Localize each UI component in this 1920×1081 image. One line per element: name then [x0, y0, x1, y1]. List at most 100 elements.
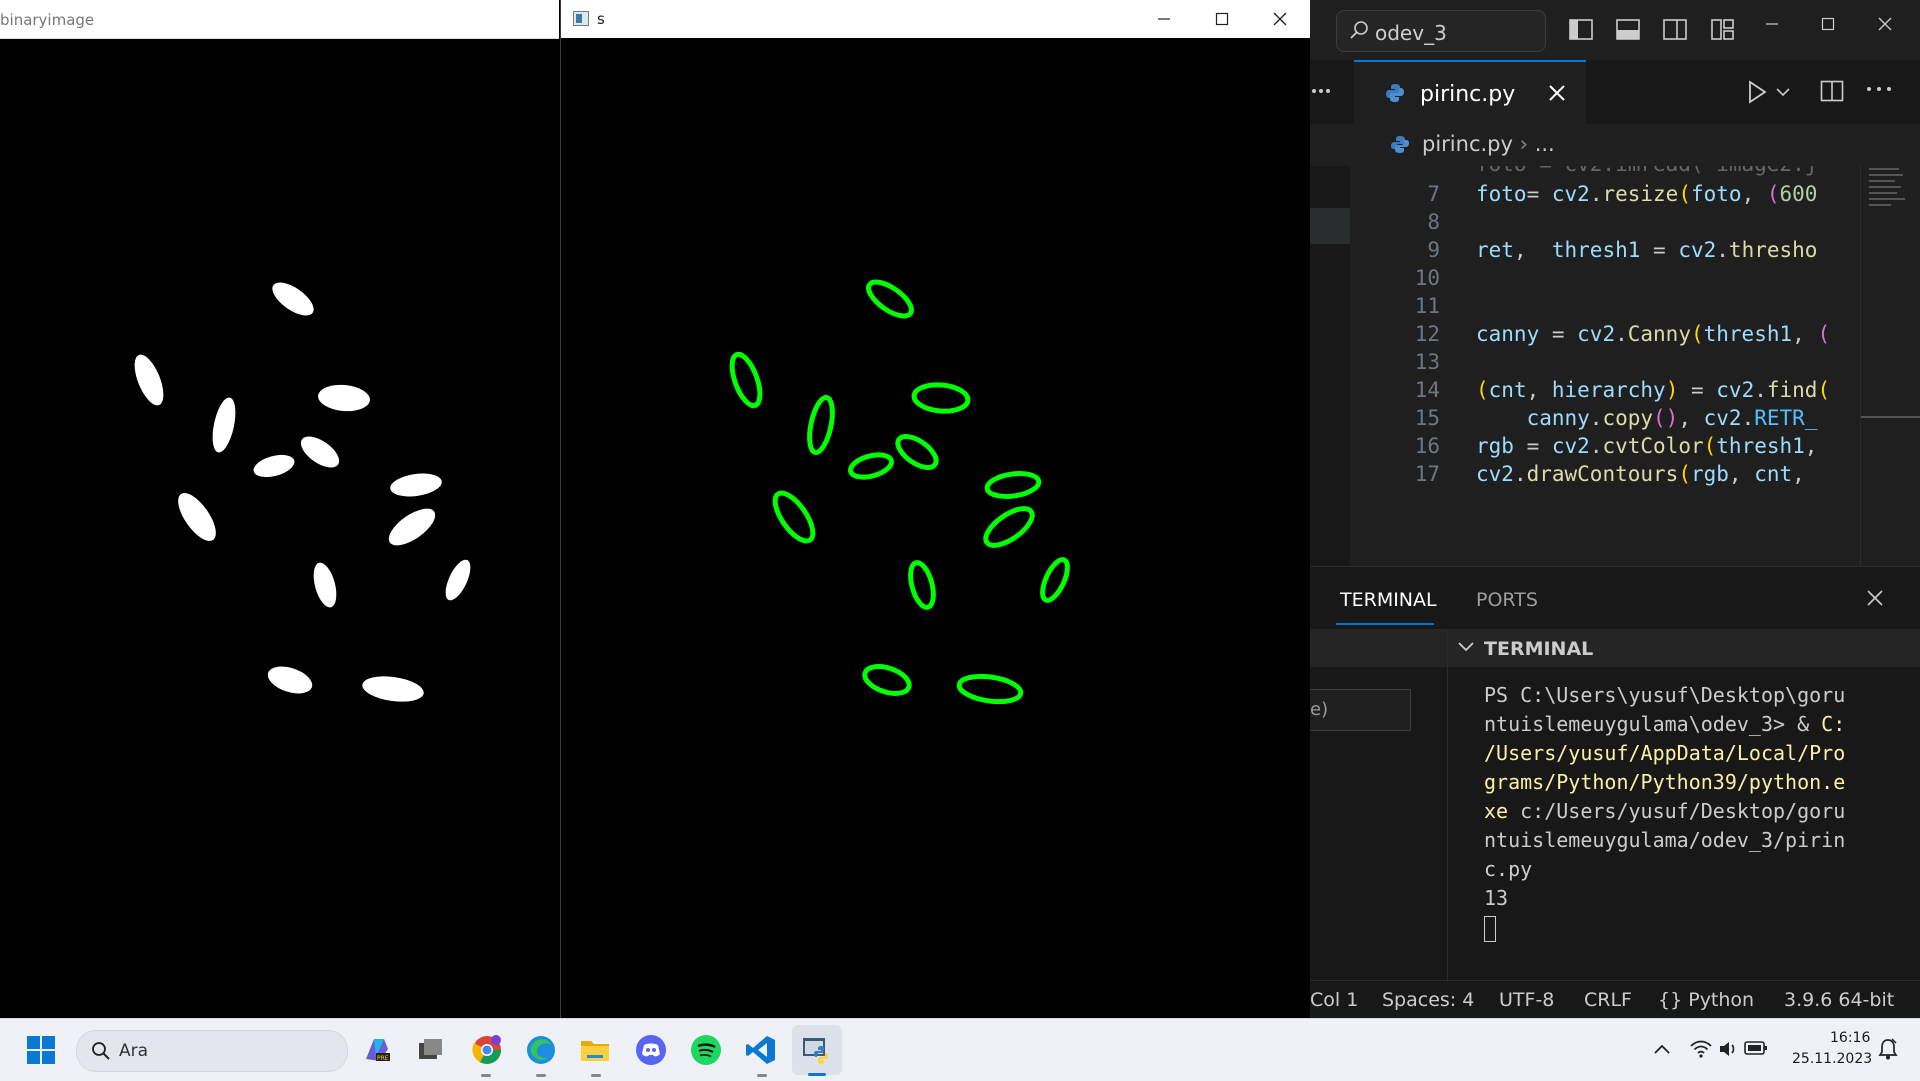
customize-layout-icon[interactable]	[1710, 18, 1736, 42]
terminal-text: ntuislemeuygulama\odev_3> &	[1484, 712, 1822, 736]
status-eol[interactable]: CRLF	[1584, 989, 1632, 1011]
minimap[interactable]	[1860, 166, 1920, 566]
code-line: foto= cv2.resize(foto, (600	[1476, 182, 1818, 206]
binaryimage-title: binaryimage	[0, 11, 95, 29]
spotify-icon	[691, 1035, 721, 1065]
breadcrumb-file[interactable]: pirinc.py › ...	[1422, 132, 1555, 156]
contour-titlebar[interactable]: s	[561, 0, 1311, 38]
status-interpreter[interactable]: 3.9.6 64-bit	[1784, 989, 1894, 1011]
app-window-icon	[573, 11, 589, 26]
terminal-line: grams/Python/Python39/python.e	[1484, 770, 1846, 794]
binaryimage-titlebar[interactable]: binaryimage	[0, 0, 559, 39]
active-tab-indicator	[1336, 623, 1434, 625]
vscode-icon	[746, 1036, 775, 1064]
workspace-name: odev_3	[1375, 21, 1447, 45]
command-center-search[interactable]: odev_3	[1336, 10, 1546, 52]
terminal-header-title: TERMINAL	[1484, 638, 1594, 660]
line-number: 14	[1414, 378, 1440, 402]
line-number: 17	[1414, 462, 1440, 486]
chevron-down-icon[interactable]	[1458, 641, 1474, 653]
vscode-close-button[interactable]	[1877, 16, 1903, 42]
clock-date[interactable]: 25.11.2023	[1792, 1051, 1872, 1067]
editor-tabs: pirinc.py	[1310, 60, 1920, 125]
line-number: 13	[1414, 350, 1440, 374]
volume-icon[interactable]	[1718, 1039, 1738, 1059]
toggle-primary-sidebar-icon[interactable]	[1568, 18, 1594, 42]
status-bar: Col 1 Spaces: 4 UTF-8 CRLF {} Python 3.9…	[1310, 980, 1920, 1019]
close-icon	[1273, 12, 1287, 26]
running-indicator	[481, 1074, 491, 1077]
status-encoding[interactable]: UTF-8	[1499, 989, 1554, 1011]
toggle-panel-icon[interactable]	[1615, 18, 1641, 42]
taskbar-app-python-active[interactable]	[792, 1025, 842, 1076]
contour-title: s	[597, 10, 605, 28]
vscode-titlebar: odev_3	[1310, 0, 1920, 60]
copilot-icon: PRE	[366, 1039, 390, 1062]
code-editor[interactable]: foto = cv2.imread('image2.j 7 foto= cv2.…	[1310, 166, 1920, 566]
explorer-selected-item[interactable]	[1310, 208, 1350, 244]
maximize-button[interactable]	[1193, 0, 1251, 38]
tab-pirinc-py[interactable]: pirinc.py	[1354, 60, 1586, 124]
more-actions-icon[interactable]	[1866, 84, 1892, 94]
tab-ports[interactable]: PORTS	[1476, 589, 1538, 611]
minimize-button[interactable]	[1135, 0, 1193, 38]
close-button[interactable]	[1251, 0, 1309, 38]
terminal-filter-input[interactable]: e)	[1310, 689, 1411, 731]
line-number: 10	[1414, 266, 1440, 290]
breadcrumb-more: ...	[1534, 132, 1555, 156]
python-file-icon	[1386, 84, 1404, 102]
folder-icon	[581, 1041, 609, 1061]
binary-image-canvas	[134, 282, 471, 702]
vscode-minimize-button[interactable]	[1764, 16, 1790, 42]
show-hidden-icons-chevron-up-icon[interactable]	[1654, 1043, 1670, 1055]
toggle-secondary-sidebar-icon[interactable]	[1662, 18, 1688, 42]
terminal-line: PS C:\Users\yusuf\Desktop\goru	[1484, 683, 1846, 707]
status-indentation[interactable]: Spaces: 4	[1382, 989, 1474, 1011]
code-line: canny = cv2.Canny(thresh1, (	[1476, 322, 1831, 346]
line-number: 15	[1414, 406, 1440, 430]
terminal-view[interactable]: TERMINAL PS C:\Users\yusuf\Desktop\goru n…	[1448, 629, 1920, 1007]
battery-icon[interactable]	[1744, 1040, 1768, 1056]
breadcrumb-file-label: pirinc.py	[1422, 132, 1513, 156]
python-file-icon	[1391, 136, 1409, 153]
terminal-line: ntuislemeuygulama\odev_3> & C:	[1484, 710, 1904, 739]
bottom-panel: TERMINAL PORTS e) TERMINAL PS C:\Users\y…	[1310, 566, 1920, 1019]
contour-image-canvas	[729, 279, 1070, 705]
status-cursor-position[interactable]: Col 1	[1310, 989, 1358, 1011]
taskbar-app-spotify[interactable]	[687, 1031, 725, 1069]
line-number: 16	[1414, 434, 1440, 458]
search-icon	[92, 1042, 110, 1060]
taskbar-app-task-view[interactable]	[412, 1031, 450, 1069]
line-number: 9	[1427, 238, 1440, 262]
taskbar-app-file-explorer[interactable]	[576, 1031, 614, 1069]
more-tabs-icon[interactable]	[1310, 80, 1332, 102]
close-tab-icon[interactable]	[1548, 84, 1566, 102]
code-line: rgb = cv2.cvtColor(thresh1,	[1476, 434, 1818, 458]
wifi-icon[interactable]	[1690, 1039, 1712, 1059]
terminal-filter-value: e)	[1310, 699, 1329, 720]
edge-icon	[527, 1036, 555, 1064]
terminal-header: TERMINAL	[1448, 629, 1920, 667]
run-python-icon[interactable]	[1746, 80, 1768, 104]
line-number: 12	[1414, 322, 1440, 346]
chevron-down-icon[interactable]	[1776, 88, 1790, 98]
vscode-maximize-button[interactable]	[1820, 16, 1846, 42]
taskbar-app-vscode[interactable]	[742, 1031, 780, 1069]
chrome-icon	[472, 1035, 501, 1064]
status-language[interactable]: {} Python	[1658, 989, 1754, 1011]
notification-bell-icon[interactable]	[1876, 1037, 1900, 1061]
taskbar-app-chrome[interactable]	[468, 1031, 506, 1069]
taskbar-app-edge[interactable]	[522, 1031, 560, 1069]
close-panel-icon[interactable]	[1866, 589, 1884, 607]
taskbar-app-discord[interactable]	[632, 1031, 670, 1069]
taskbar-app-copilot[interactable]: PRE	[358, 1031, 396, 1069]
split-editor-icon[interactable]	[1820, 80, 1844, 102]
tab-label: pirinc.py	[1420, 82, 1516, 107]
tab-terminal[interactable]: TERMINAL	[1340, 589, 1437, 611]
code-line: canny.copy(), cv2.RETR_	[1526, 406, 1818, 430]
clock-time[interactable]: 16:16	[1830, 1030, 1870, 1046]
svg-text:PRE: PRE	[377, 1055, 389, 1062]
active-app-indicator	[808, 1073, 826, 1076]
start-button[interactable]	[22, 1031, 60, 1069]
taskbar-search[interactable]: Ara	[76, 1030, 348, 1072]
